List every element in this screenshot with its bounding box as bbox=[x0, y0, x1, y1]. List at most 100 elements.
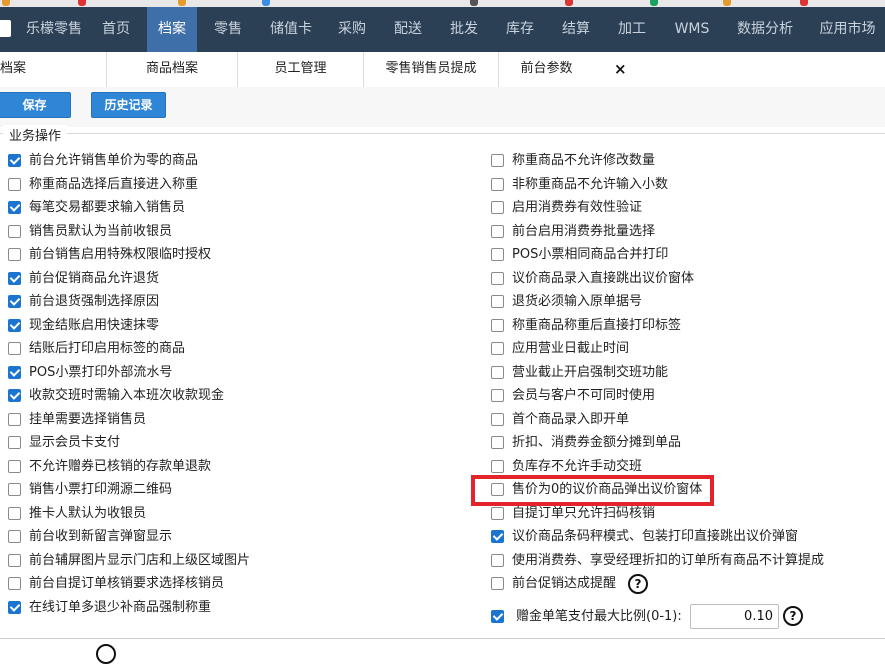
nav-item-app-market[interactable]: 应用市场 bbox=[810, 7, 885, 52]
option-label: 非称重商品不允许输入小数 bbox=[512, 176, 669, 192]
option-label: 挂单需要选择销售员 bbox=[29, 411, 147, 427]
section-divider bbox=[0, 133, 885, 134]
option-checkbox[interactable] bbox=[491, 506, 504, 520]
option-checkbox[interactable] bbox=[8, 530, 21, 543]
nav-item-wholesale[interactable]: 批发 bbox=[440, 7, 488, 52]
nav-item-settlement[interactable]: 结算 bbox=[552, 7, 600, 52]
option-checkbox[interactable] bbox=[491, 271, 504, 285]
option-label: 销售小票打印溯源二维码 bbox=[29, 482, 173, 497]
option-checkbox[interactable] bbox=[491, 389, 504, 402]
sidebar-toggle-icon[interactable] bbox=[0, 20, 11, 37]
tab-archive[interactable]: 档案 bbox=[0, 52, 107, 87]
nav-item-archive[interactable]: 档案 bbox=[147, 7, 197, 52]
option-checkbox[interactable] bbox=[8, 553, 21, 567]
option-checkbox[interactable] bbox=[8, 224, 21, 238]
tab-product-archive[interactable]: 商品档案 bbox=[107, 52, 238, 87]
option-checkbox[interactable] bbox=[8, 436, 21, 449]
option-checkbox[interactable] bbox=[491, 177, 504, 191]
option-checkbox[interactable] bbox=[491, 365, 504, 379]
option-label: 前台自提订单核销要求选择核销员 bbox=[29, 576, 225, 591]
option-checkbox[interactable] bbox=[8, 459, 21, 473]
option-label: 前台辅屏图片显示门店和上级区域图片 bbox=[29, 552, 251, 568]
gift-ratio-checkbox[interactable] bbox=[491, 610, 504, 623]
option-checkbox[interactable] bbox=[8, 201, 21, 214]
bookmark-icon bbox=[650, 0, 658, 6]
option-checkbox[interactable] bbox=[8, 318, 21, 332]
tab-retail-commission[interactable]: 零售销售员提成 bbox=[364, 52, 499, 87]
option-checkbox[interactable] bbox=[8, 248, 21, 261]
option-checkbox[interactable] bbox=[8, 271, 21, 285]
option-checkbox[interactable] bbox=[8, 412, 21, 426]
nav-item-purchase[interactable]: 采购 bbox=[328, 7, 376, 52]
option-label: POS小票打印外部流水号 bbox=[29, 364, 173, 380]
option-checkbox[interactable] bbox=[8, 177, 21, 191]
annotation-highlight-box bbox=[471, 475, 714, 506]
nav-item-data-analysis[interactable]: 数据分析 bbox=[728, 7, 802, 52]
save-button[interactable]: 保存 bbox=[0, 92, 71, 118]
option-checkbox[interactable] bbox=[491, 248, 504, 261]
option-label: 现金结账启用快速抹零 bbox=[29, 317, 160, 333]
nav-item-wms[interactable]: WMS bbox=[664, 7, 720, 52]
nav-item-processing[interactable]: 加工 bbox=[608, 7, 656, 52]
option-label: 称重商品称重后直接打印标签 bbox=[512, 317, 682, 333]
option-label: 前台收到新留言弹窗显示 bbox=[29, 529, 173, 544]
option-checkbox[interactable] bbox=[8, 506, 21, 520]
tab-employee-management[interactable]: 员工管理 bbox=[238, 52, 364, 87]
option-checkbox[interactable] bbox=[8, 295, 21, 308]
main-nav: 乐檬零售 首页 档案 零售 储值卡 采购 配送 批发 库存 结算 加工 WMS … bbox=[0, 7, 885, 52]
option-label: 营业截止开启强制交班功能 bbox=[512, 364, 669, 380]
option-checkbox[interactable] bbox=[491, 342, 504, 355]
option-checkbox[interactable] bbox=[8, 577, 21, 590]
option-checkbox[interactable] bbox=[491, 224, 504, 238]
option-label: 负库存不允许手动交班 bbox=[512, 458, 643, 474]
option-checkbox[interactable] bbox=[8, 365, 21, 379]
option-checkbox[interactable] bbox=[8, 342, 21, 355]
nav-item-brand[interactable]: 乐檬零售 bbox=[15, 7, 93, 52]
option-label: 推卡人默认为收银员 bbox=[29, 505, 147, 521]
nav-item-stored-value-card[interactable]: 储值卡 bbox=[262, 7, 320, 52]
option-label: 前台促销商品允许退货 bbox=[29, 270, 160, 286]
option-checkbox[interactable] bbox=[491, 553, 504, 567]
option-label: 启用消费券有效性验证 bbox=[512, 200, 643, 215]
option-label: 议价商品条码秤模式、包装打印直接跳出议价弹窗 bbox=[512, 529, 799, 544]
tab-bar: 档案 商品档案 员工管理 零售销售员提成 前台参数 × bbox=[0, 52, 885, 88]
option-checkbox[interactable] bbox=[491, 295, 504, 308]
gift-ratio-input[interactable] bbox=[690, 604, 779, 629]
option-label: 折扣、消费券金额分摊到单品 bbox=[512, 435, 682, 450]
option-checkbox[interactable] bbox=[491, 530, 504, 543]
nav-item-inventory[interactable]: 库存 bbox=[496, 7, 544, 52]
help-icon[interactable] bbox=[96, 644, 116, 664]
option-label: 首个商品录入即开单 bbox=[512, 411, 630, 427]
bookmark-icon bbox=[178, 0, 186, 6]
bookmark-icon bbox=[723, 0, 731, 6]
option-checkbox[interactable] bbox=[491, 201, 504, 214]
option-checkbox[interactable] bbox=[491, 459, 504, 473]
option-checkbox[interactable] bbox=[491, 436, 504, 449]
option-checkbox[interactable] bbox=[8, 389, 21, 402]
option-label: 会员与客户不可同时使用 bbox=[512, 388, 656, 403]
option-label: 称重商品选择后直接进入称重 bbox=[29, 176, 199, 192]
option-checkbox[interactable] bbox=[491, 154, 504, 167]
option-checkbox[interactable] bbox=[8, 483, 21, 496]
option-checkbox[interactable] bbox=[8, 154, 21, 167]
nav-item-home[interactable]: 首页 bbox=[93, 7, 139, 52]
option-label: 收款交班时需输入本班次收款现金 bbox=[29, 388, 225, 403]
option-checkbox[interactable] bbox=[491, 318, 504, 332]
option-label: 不允许赠券已核销的存款单退款 bbox=[29, 458, 212, 474]
nav-item-retail[interactable]: 零售 bbox=[204, 7, 252, 52]
option-label: 结账后打印启用标签的商品 bbox=[29, 341, 186, 356]
option-label: 前台启用消费券批量选择 bbox=[512, 223, 656, 239]
option-checkbox[interactable] bbox=[491, 412, 504, 426]
option-label: 退货必须输入原单据号 bbox=[512, 294, 643, 309]
history-button[interactable]: 历史记录 bbox=[91, 92, 166, 118]
tab-front-params[interactable]: 前台参数 bbox=[499, 52, 594, 87]
bookmarks-bar bbox=[0, 0, 885, 7]
close-icon[interactable]: × bbox=[614, 61, 627, 77]
option-label: 销售员默认为当前收银员 bbox=[29, 223, 173, 239]
help-icon[interactable]: ? bbox=[628, 574, 648, 594]
help-icon[interactable]: ? bbox=[783, 606, 803, 626]
option-checkbox[interactable] bbox=[8, 600, 21, 614]
bookmark-icon bbox=[565, 0, 573, 6]
nav-item-distribution[interactable]: 配送 bbox=[384, 7, 432, 52]
option-checkbox[interactable] bbox=[491, 577, 504, 590]
